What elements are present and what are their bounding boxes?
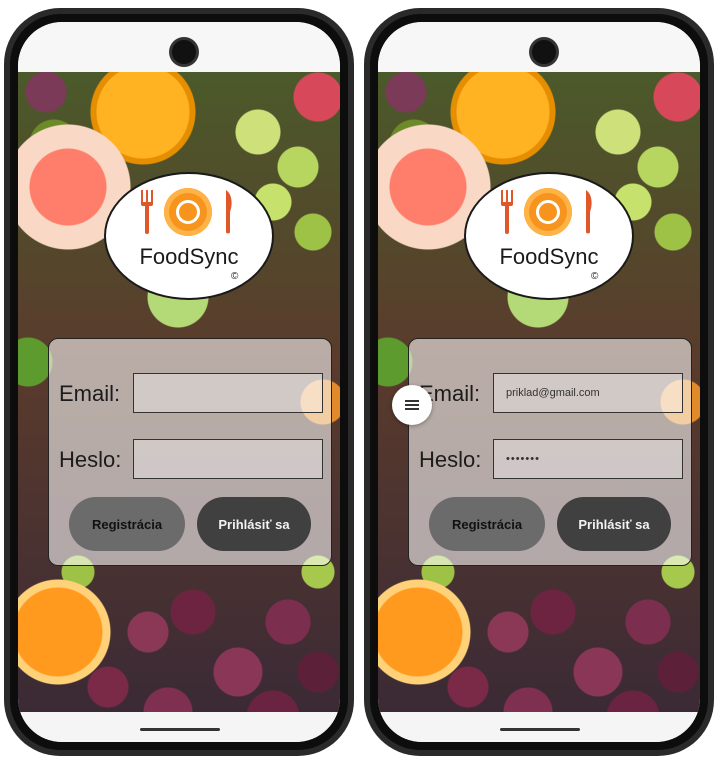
fork-icon bbox=[501, 190, 513, 234]
plate-icon bbox=[524, 188, 572, 236]
front-camera bbox=[172, 40, 196, 64]
knife-icon bbox=[586, 190, 592, 234]
login-button[interactable]: Prihlásiť sa bbox=[197, 497, 311, 551]
knife-icon bbox=[226, 190, 232, 234]
navigation-bar bbox=[18, 712, 340, 742]
floating-menu-button[interactable] bbox=[392, 385, 432, 425]
app-name: FoodSync bbox=[139, 244, 239, 269]
app-logo: FoodSync © bbox=[464, 172, 634, 300]
register-button[interactable]: Registrácia bbox=[429, 497, 545, 551]
login-screen-filled: FoodSync © Email: Heslo: Registrácia Pri… bbox=[378, 22, 700, 742]
app-logo: FoodSync © bbox=[104, 172, 274, 300]
fork-icon bbox=[141, 190, 153, 234]
copyright-symbol: © bbox=[231, 271, 239, 282]
password-label: Heslo: bbox=[59, 447, 122, 472]
navigation-bar bbox=[378, 712, 700, 742]
login-form-panel: Email: Heslo: Registrácia Prihlásiť sa bbox=[408, 338, 692, 566]
phone-frame-left: FoodSync © Email: Heslo: Registrácia Pri… bbox=[4, 8, 354, 756]
register-button[interactable]: Registrácia bbox=[69, 497, 185, 551]
login-button[interactable]: Prihlásiť sa bbox=[557, 497, 671, 551]
copyright-symbol: © bbox=[591, 271, 599, 282]
phone-frame-right: FoodSync © Email: Heslo: Registrácia Pri… bbox=[364, 8, 714, 756]
menu-icon bbox=[405, 400, 419, 410]
email-label: Email: bbox=[59, 381, 121, 406]
login-screen-empty: FoodSync © Email: Heslo: Registrácia Pri… bbox=[18, 22, 340, 742]
password-field[interactable] bbox=[133, 439, 323, 479]
home-indicator[interactable] bbox=[500, 728, 580, 731]
login-form-panel: Email: Heslo: Registrácia Prihlásiť sa bbox=[48, 338, 332, 566]
front-camera bbox=[532, 40, 556, 64]
app-name: FoodSync bbox=[499, 244, 599, 269]
email-field[interactable] bbox=[133, 373, 323, 413]
email-field[interactable] bbox=[493, 373, 683, 413]
password-label: Heslo: bbox=[419, 447, 482, 472]
password-field[interactable] bbox=[493, 439, 683, 479]
home-indicator[interactable] bbox=[140, 728, 220, 731]
plate-icon bbox=[164, 188, 212, 236]
